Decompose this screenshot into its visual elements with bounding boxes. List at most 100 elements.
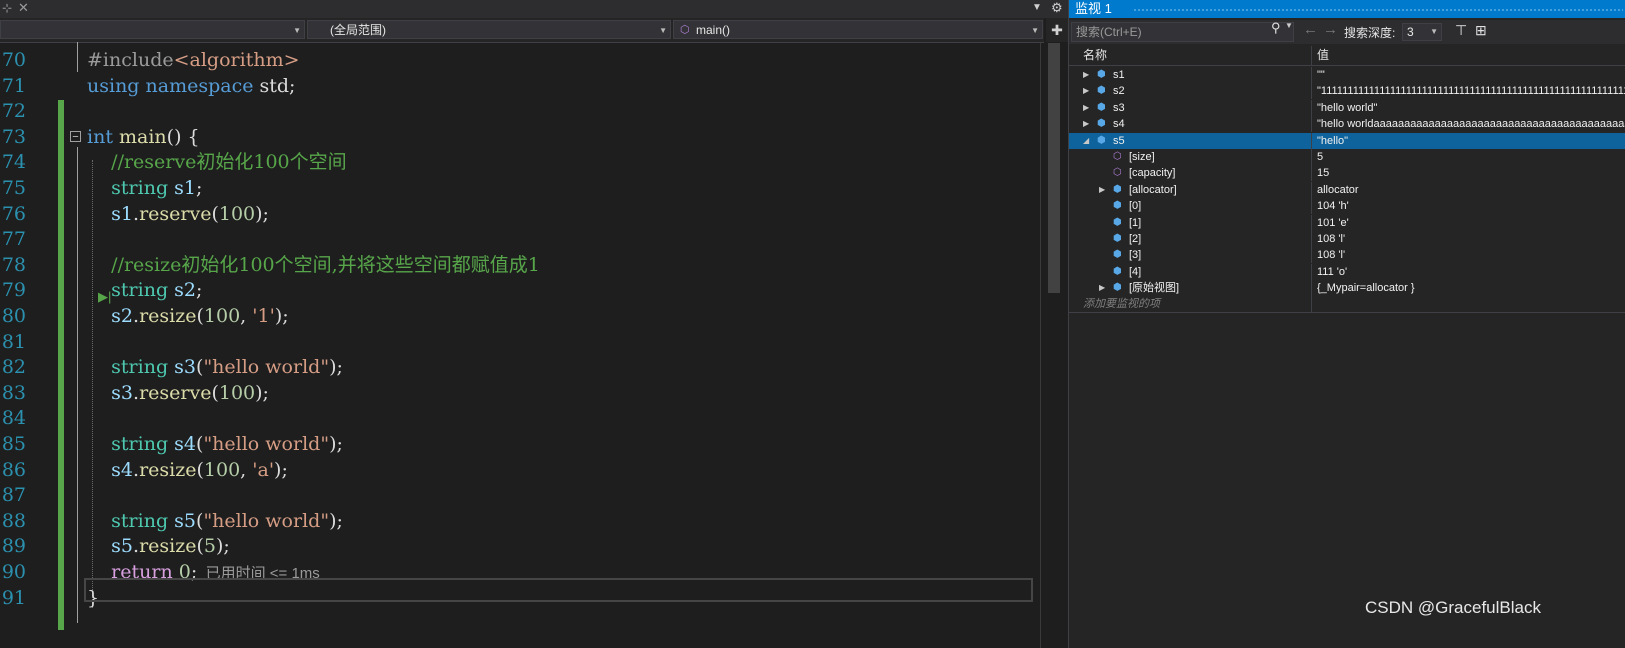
watch-name[interactable]: [0] (1129, 198, 1141, 214)
vertical-scrollbar[interactable] (1040, 43, 1069, 648)
watch-value[interactable]: "hello" (1317, 132, 1625, 149)
watch-value[interactable]: {_Mypair=allocator } (1317, 280, 1625, 296)
code-text: s4.resize(100, 'a'); (87, 457, 288, 483)
watch-value[interactable]: 111 'o' (1317, 264, 1625, 280)
watch-name[interactable]: s2 (1113, 83, 1125, 99)
code-token: ); (274, 305, 289, 327)
watch-name[interactable]: s3 (1113, 100, 1125, 116)
run-to-click-icon[interactable]: ▶| (98, 289, 111, 305)
watch-name[interactable]: [capacity] (1129, 165, 1175, 181)
code-line[interactable]: 86 s4.resize(100, 'a'); (0, 457, 1040, 483)
watch-value[interactable]: 5 (1317, 149, 1625, 165)
code-line[interactable]: 83 s3.reserve(100); (0, 380, 1040, 406)
scope-dropdown[interactable]: (全局范围) ▼ (307, 20, 671, 39)
add-watch-item[interactable]: 添加要监视的项 (1069, 296, 1625, 313)
code-line[interactable]: 74 //reserve初始化100个空间 (0, 149, 1040, 175)
search-depth-select[interactable]: 3 ▼ (1402, 23, 1442, 41)
watch-name[interactable]: s4 (1113, 116, 1125, 132)
code-line[interactable]: 80 s2.resize(100, '1'); (0, 303, 1040, 329)
expand-icon[interactable]: ▶ (1099, 280, 1105, 296)
columns-icon[interactable]: ⊞ (1475, 22, 1487, 39)
watch-name[interactable]: s5 (1113, 133, 1125, 149)
watch-name[interactable]: [allocator] (1129, 182, 1177, 198)
expand-icon[interactable]: ▶ (1099, 182, 1105, 198)
code-line[interactable]: 88 string s5("hello world"); (0, 508, 1040, 534)
code-text: //reserve初始化100个空间 (87, 149, 346, 175)
code-line[interactable]: 81 (0, 329, 1040, 355)
expand-icon[interactable]: ▶ (1083, 67, 1089, 83)
watch-row[interactable]: ▶ ⬢ s4 "hello worldaaaaaaaaaaaaaaaaaaaaaaaa… (1069, 116, 1625, 133)
collapse-icon[interactable]: ◢ (1083, 133, 1089, 149)
watch-row[interactable]: ⬡ [capacity] 15 (1069, 165, 1625, 182)
watch-name[interactable]: [1] (1129, 215, 1141, 231)
watch-row[interactable]: ▶ ⬢ [原始视图] {_Mypair=allocator } (1069, 280, 1625, 297)
watch-row[interactable]: ▶ ⬢ s3 "hello world" (1069, 99, 1625, 116)
code-line[interactable]: 89 s5.resize(5); (0, 533, 1040, 559)
pin-icon[interactable]: ⊹ (2, 1, 12, 15)
watch-name[interactable]: s1 (1113, 67, 1125, 83)
expand-icon[interactable]: ▶ (1083, 116, 1089, 132)
watch-row[interactable]: ⬢ [4] 111 'o' (1069, 263, 1625, 280)
gear-icon[interactable]: ⚙ (1051, 0, 1063, 16)
code-line[interactable]: 77 (0, 226, 1040, 252)
search-icon[interactable]: ⚲ (1271, 20, 1281, 36)
watch-value[interactable]: "hello worldaaaaaaaaaaaaaaaaaaaaaaaaaaaa… (1317, 116, 1625, 132)
watch-value[interactable]: "" (1317, 67, 1625, 83)
scrollbar-thumb[interactable] (1048, 43, 1060, 293)
code-line[interactable]: 73 int main() { (0, 124, 1040, 150)
watch-row[interactable]: ⬡ [size] 5 (1069, 149, 1625, 165)
code-line[interactable]: 82 string s3("hello world"); (0, 354, 1040, 380)
code-text: using namespace std; (87, 73, 295, 99)
watch-name[interactable]: [2] (1129, 231, 1141, 247)
watch-row[interactable]: ◢ ⬢ s5 "hello" (1069, 132, 1625, 149)
code-line[interactable]: 72 (0, 98, 1040, 124)
tab-list-dropdown-icon[interactable]: ▼ (1032, 2, 1042, 13)
expand-icon[interactable]: ▶ (1083, 100, 1089, 116)
column-header-name[interactable]: 名称 (1083, 46, 1107, 65)
code-line[interactable]: 71 using namespace std; (0, 73, 1040, 99)
pin-filter-icon[interactable]: ⊤ (1455, 22, 1467, 39)
code-line[interactable]: 76 s1.reserve(100); (0, 201, 1040, 227)
watch-value[interactable]: 15 (1317, 165, 1625, 181)
watch-name[interactable]: [4] (1129, 264, 1141, 280)
code-line[interactable]: 75 string s1; (0, 175, 1040, 201)
split-editor-icon[interactable]: ✚ (1046, 18, 1068, 42)
project-dropdown[interactable]: ▼ (0, 20, 305, 39)
search-input[interactable]: 搜索(Ctrl+E) (1071, 22, 1294, 42)
column-divider[interactable] (1311, 46, 1312, 65)
code-line[interactable]: 84 (0, 405, 1040, 431)
code-line[interactable]: 70 #include<algorithm> (0, 47, 1040, 73)
watch-name[interactable]: [3] (1129, 247, 1141, 263)
column-header-value[interactable]: 值 (1317, 46, 1329, 65)
watch-row[interactable]: ▶ ⬢ [allocator] allocator (1069, 181, 1625, 198)
watch-value[interactable]: 104 'h' (1317, 198, 1625, 214)
function-dropdown[interactable]: ⬡ main() ▼ (673, 20, 1043, 39)
code-line[interactable]: 79 string s2; (0, 277, 1040, 303)
watch-row[interactable]: ⬢ [0] 104 'h' (1069, 198, 1625, 215)
close-icon[interactable]: ✕ (18, 0, 29, 16)
collapse-icon[interactable]: − (70, 131, 81, 143)
search-previous-icon[interactable]: ← (1303, 21, 1318, 38)
code-line[interactable]: 85 string s4("hello world"); (0, 431, 1040, 457)
watch-name[interactable]: [原始视图] (1129, 280, 1179, 296)
watch-row[interactable]: ⬢ [2] 108 'l' (1069, 231, 1625, 247)
search-next-icon[interactable]: → (1323, 21, 1338, 38)
column-divider (1311, 165, 1312, 182)
watch-value[interactable]: "111111111111111111111111111111111111111… (1317, 83, 1625, 99)
watch-value[interactable]: 101 'e' (1317, 215, 1625, 231)
watch-value[interactable]: 108 'l' (1317, 231, 1625, 247)
watch-row[interactable]: ⬢ [3] 108 'l' (1069, 247, 1625, 264)
expand-icon[interactable]: ▶ (1083, 83, 1089, 99)
search-options-icon[interactable]: ▼ (1285, 21, 1293, 30)
watch-name[interactable]: [size] (1129, 149, 1155, 165)
watch-value[interactable]: allocator (1317, 182, 1625, 198)
watch-row[interactable]: ▶ ⬢ s2 "11111111111111111111111111111111111… (1069, 83, 1625, 100)
watch-panel-title-bar[interactable]: 监视 1 (1069, 0, 1625, 18)
code-line[interactable]: 78 //resize初始化100个空间,并将这些空间都赋值成1 (0, 252, 1040, 278)
watch-value[interactable]: "hello world" (1317, 100, 1625, 116)
watch-value[interactable]: 108 'l' (1317, 247, 1625, 263)
watch-row[interactable]: ⬢ [1] 101 'e' (1069, 214, 1625, 231)
code-line[interactable]: 87 (0, 482, 1040, 508)
watch-row[interactable]: ▶ ⬢ s1 "" (1069, 67, 1625, 83)
